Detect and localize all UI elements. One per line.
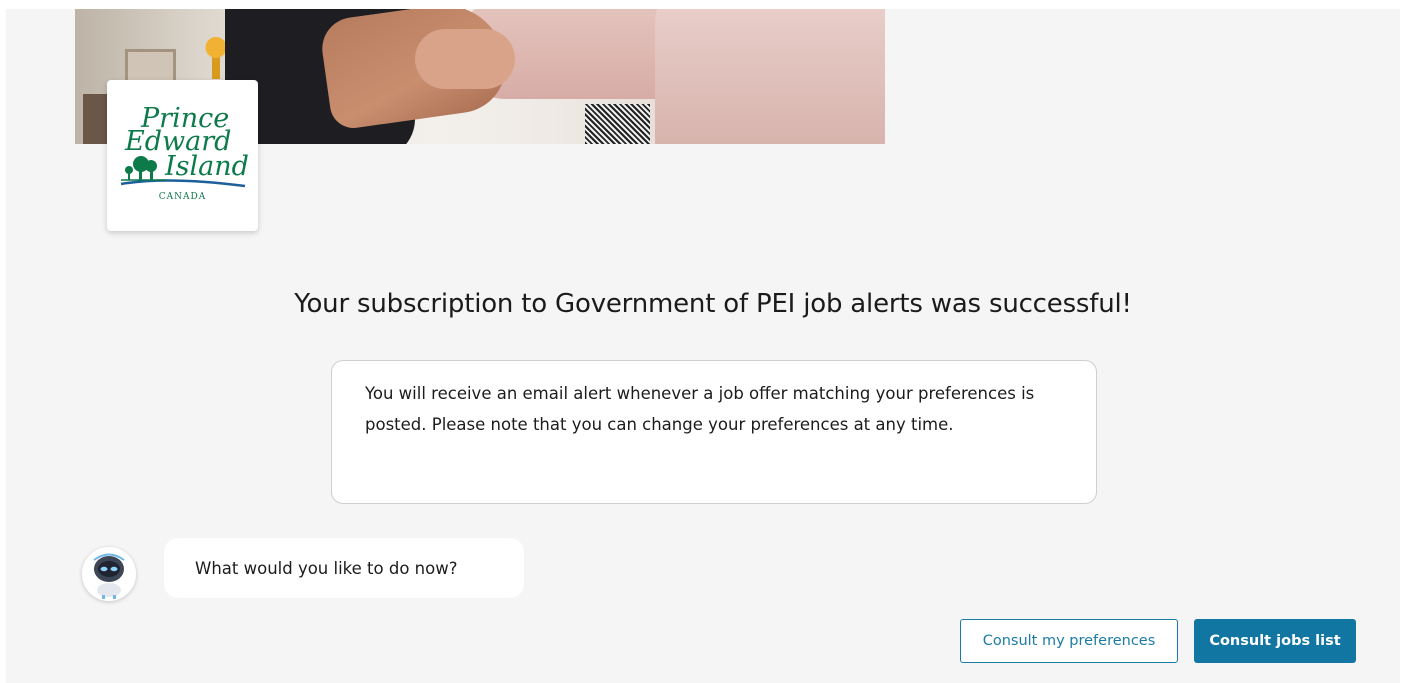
info-message-text: You will receive an email alert whenever… [365, 384, 1035, 434]
page-container: Prince Edward Island CANADA Your subscri… [6, 9, 1400, 683]
info-message-box: You will receive an email alert whenever… [331, 360, 1097, 504]
consult-jobs-list-button[interactable]: Consult jobs list [1194, 619, 1356, 663]
logo-country: CANADA [158, 192, 207, 202]
logo-line-island: Island [164, 151, 249, 182]
banner-person-right [655, 9, 885, 144]
banner-handshake [415, 29, 515, 89]
assistant-avatar [82, 547, 136, 601]
tree-icon [125, 156, 157, 180]
pei-logo: Prince Edward Island CANADA [107, 80, 258, 231]
assistant-message-bubble: What would you like to do now? [164, 538, 524, 598]
banner-dotted-fabric [585, 104, 650, 144]
pei-logo-graphic: Prince Edward Island [120, 103, 249, 188]
assistant-message-text: What would you like to do now? [195, 558, 458, 578]
consult-preferences-button[interactable]: Consult my preferences [960, 619, 1178, 663]
page-title: Your subscription to Government of PEI j… [294, 289, 1132, 319]
robot-icon [82, 547, 136, 601]
